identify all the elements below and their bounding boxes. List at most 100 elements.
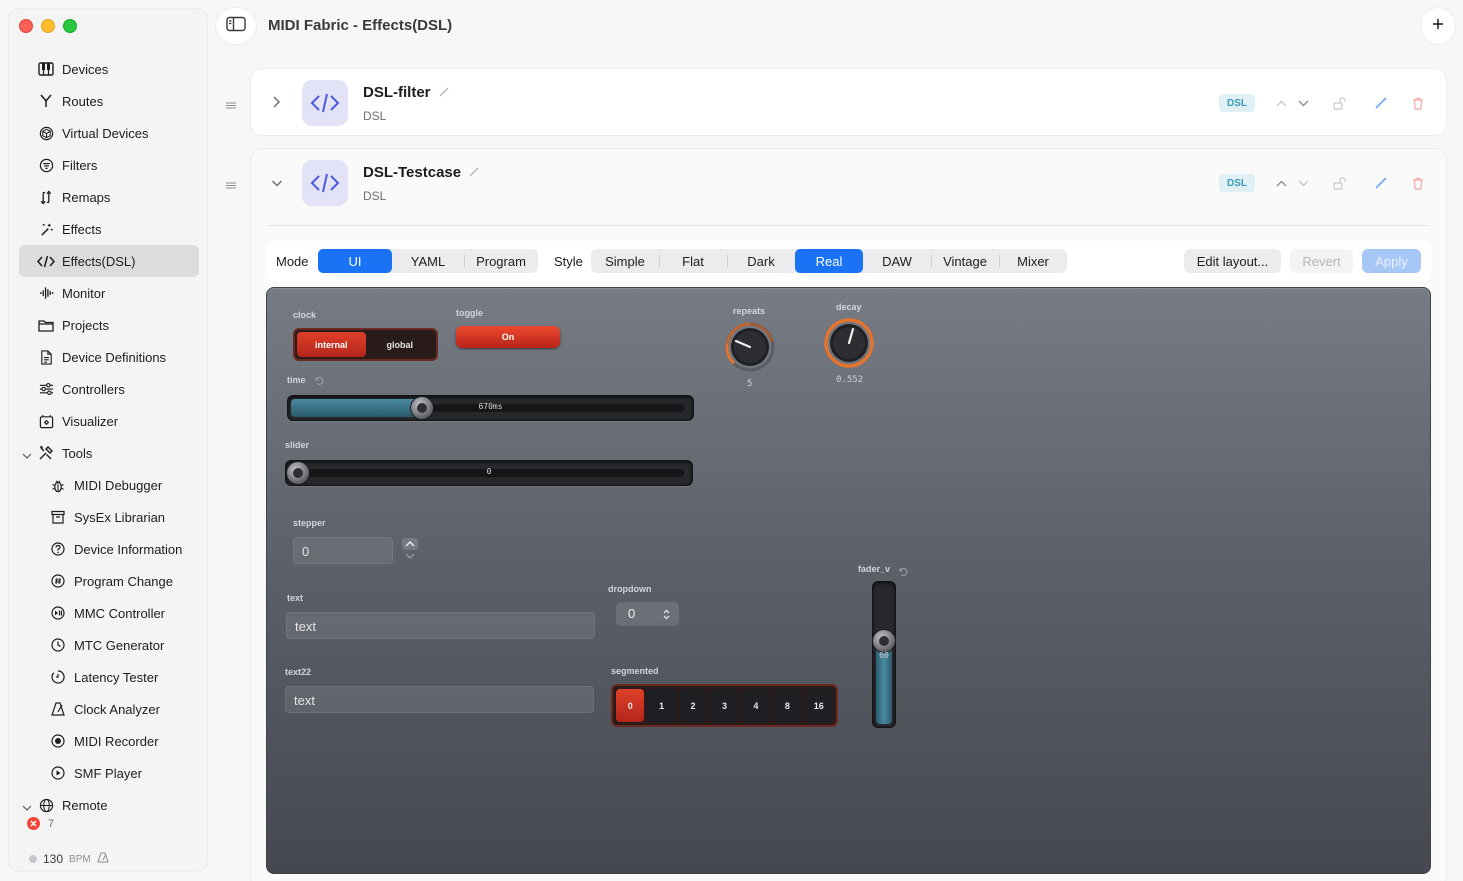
sidebar-item-latency-tester[interactable]: Latency Tester (9, 661, 207, 693)
sidebar-item-effects[interactable]: Effects (9, 213, 207, 245)
sidebar-item-mmc-controller[interactable]: MMC Controller (9, 597, 207, 629)
style-dark-button[interactable]: Dark (727, 249, 795, 273)
style-label: Style (554, 254, 583, 269)
sidebar-item-device-definitions[interactable]: Device Definitions (9, 341, 207, 373)
sidebar-item-mtc-generator[interactable]: MTC Generator (9, 629, 207, 661)
text22-field[interactable]: text (285, 686, 594, 713)
sidebar-item-midi-recorder[interactable]: MIDI Recorder (9, 725, 207, 757)
edit-pencil-icon[interactable] (1373, 95, 1389, 111)
sidebar-item-label: MMC Controller (74, 605, 166, 621)
error-count: 7 (48, 817, 55, 830)
toggle-sidebar-button[interactable] (216, 8, 256, 44)
pencil-icon[interactable] (439, 84, 449, 101)
chevron-right-icon[interactable] (271, 95, 281, 114)
timer-icon (49, 668, 67, 686)
drag-handle[interactable] (226, 176, 236, 194)
segmented-option-3[interactable]: 3 (710, 689, 739, 722)
text-field[interactable]: text (286, 612, 595, 639)
effect-card-header: DSL-filter DSL DSL (251, 69, 1446, 139)
sidebar-item-effects-dsl[interactable]: Effects(DSL) (19, 245, 199, 277)
card-title: DSL-Testcase (363, 164, 479, 181)
minimize-window-button[interactable] (41, 19, 55, 33)
time-slider-knob[interactable] (410, 396, 434, 420)
style-vintage-button[interactable]: Vintage (931, 249, 999, 273)
sidebar-item-filters[interactable]: Filters (9, 149, 207, 181)
segmented-option-1[interactable]: 1 (647, 689, 676, 722)
sidebar-item-smf-player[interactable]: SMF Player (9, 757, 207, 789)
sidebar-item-sysex-librarian[interactable]: SysEx Librarian (9, 501, 207, 533)
sidebar-item-label: SysEx Librarian (74, 509, 166, 525)
slider-control[interactable]: 0 (285, 460, 693, 486)
sidebar-item-program-change[interactable]: Program Change (9, 565, 207, 597)
segmented-option-0[interactable]: 0 (616, 689, 645, 722)
move-down-icon[interactable] (1295, 95, 1311, 111)
mode-program-button[interactable]: Program (464, 249, 538, 273)
fader-v-knob[interactable] (872, 629, 896, 653)
error-status[interactable]: 7 (27, 817, 54, 830)
sidebar-item-device-information[interactable]: Device Information (9, 533, 207, 565)
reset-icon[interactable] (314, 373, 324, 391)
toggle-button[interactable]: On (456, 326, 560, 348)
sidebar-group-tools[interactable]: Tools (9, 437, 207, 469)
revert-button[interactable]: Revert (1290, 249, 1353, 273)
sidebar-item-label: MTC Generator (74, 637, 165, 653)
segmented-option-8[interactable]: 8 (773, 689, 802, 722)
close-window-button[interactable] (19, 19, 33, 33)
style-mixer-button[interactable]: Mixer (999, 249, 1067, 273)
pencil-icon[interactable] (469, 164, 479, 181)
chevron-down-icon[interactable] (271, 175, 283, 193)
sidebar-item-devices[interactable]: Devices (9, 53, 207, 85)
sidebar-item-remaps[interactable]: Remaps (9, 181, 207, 213)
slider-knob[interactable] (286, 461, 310, 485)
clock-internal-option[interactable]: internal (297, 332, 366, 357)
zoom-window-button[interactable] (63, 19, 77, 33)
sidebar-item-virtual-devices[interactable]: Virtual Devices (9, 117, 207, 149)
chevron-down-icon[interactable] (22, 448, 32, 463)
sidebar-item-label: Controllers (62, 381, 125, 397)
segmented-option-16[interactable]: 16 (804, 689, 833, 722)
mode-ui-button[interactable]: UI (318, 249, 392, 273)
reset-icon[interactable] (898, 564, 908, 582)
unlock-icon[interactable] (1331, 95, 1347, 111)
sidebar-item-controllers[interactable]: Controllers (9, 373, 207, 405)
record-circle-icon (49, 732, 67, 750)
trash-icon[interactable] (1410, 175, 1426, 191)
dropdown-select[interactable]: 0 (616, 602, 679, 626)
sidebar-item-visualizer[interactable]: Visualizer (9, 405, 207, 437)
sidebar-item-midi-debugger[interactable]: MIDI Debugger (9, 469, 207, 501)
time-slider[interactable]: 670ms (287, 395, 694, 421)
style-flat-button[interactable]: Flat (659, 249, 727, 273)
edit-layout-button[interactable]: Edit layout... (1184, 249, 1281, 273)
drag-handle[interactable] (226, 96, 236, 114)
card-title: DSL-filter (363, 84, 449, 101)
stepper-field[interactable]: 0 (293, 537, 393, 564)
sidebar-item-clock-analyzer[interactable]: Clock Analyzer (9, 693, 207, 725)
stepper-arrows[interactable] (401, 537, 419, 564)
unlock-icon[interactable] (1331, 175, 1347, 191)
style-daw-button[interactable]: DAW (863, 249, 931, 273)
move-up-icon[interactable] (1273, 95, 1289, 111)
trash-icon[interactable] (1410, 95, 1426, 111)
segmented-option-4[interactable]: 4 (741, 689, 771, 722)
clock-global-option[interactable]: global (366, 332, 435, 357)
chevron-down-icon[interactable] (22, 800, 32, 815)
repeats-knob[interactable] (725, 322, 775, 372)
mode-yaml-button[interactable]: YAML (392, 249, 464, 273)
segmented-option-2[interactable]: 2 (678, 689, 708, 722)
add-button[interactable] (1421, 8, 1455, 44)
decay-knob[interactable] (824, 318, 874, 368)
bpm-status[interactable]: 130 BPM (29, 852, 109, 866)
style-simple-button[interactable]: Simple (591, 249, 659, 273)
apply-button[interactable]: Apply (1362, 249, 1421, 273)
move-down-icon[interactable] (1295, 175, 1311, 191)
edit-pencil-icon[interactable] (1373, 175, 1389, 191)
fader-v[interactable]: 60 (872, 581, 896, 728)
sidebar-item-monitor[interactable]: Monitor (9, 277, 207, 309)
sidebar-item-routes[interactable]: Routes (9, 85, 207, 117)
effect-card-header: DSL-Testcase DSL DSL (251, 149, 1446, 219)
style-real-button[interactable]: Real (795, 249, 863, 273)
card-title-text: DSL-Testcase (363, 164, 462, 181)
move-up-icon[interactable] (1273, 175, 1289, 191)
sidebar-item-projects[interactable]: Projects (9, 309, 207, 341)
card-subtitle: DSL (363, 189, 387, 203)
